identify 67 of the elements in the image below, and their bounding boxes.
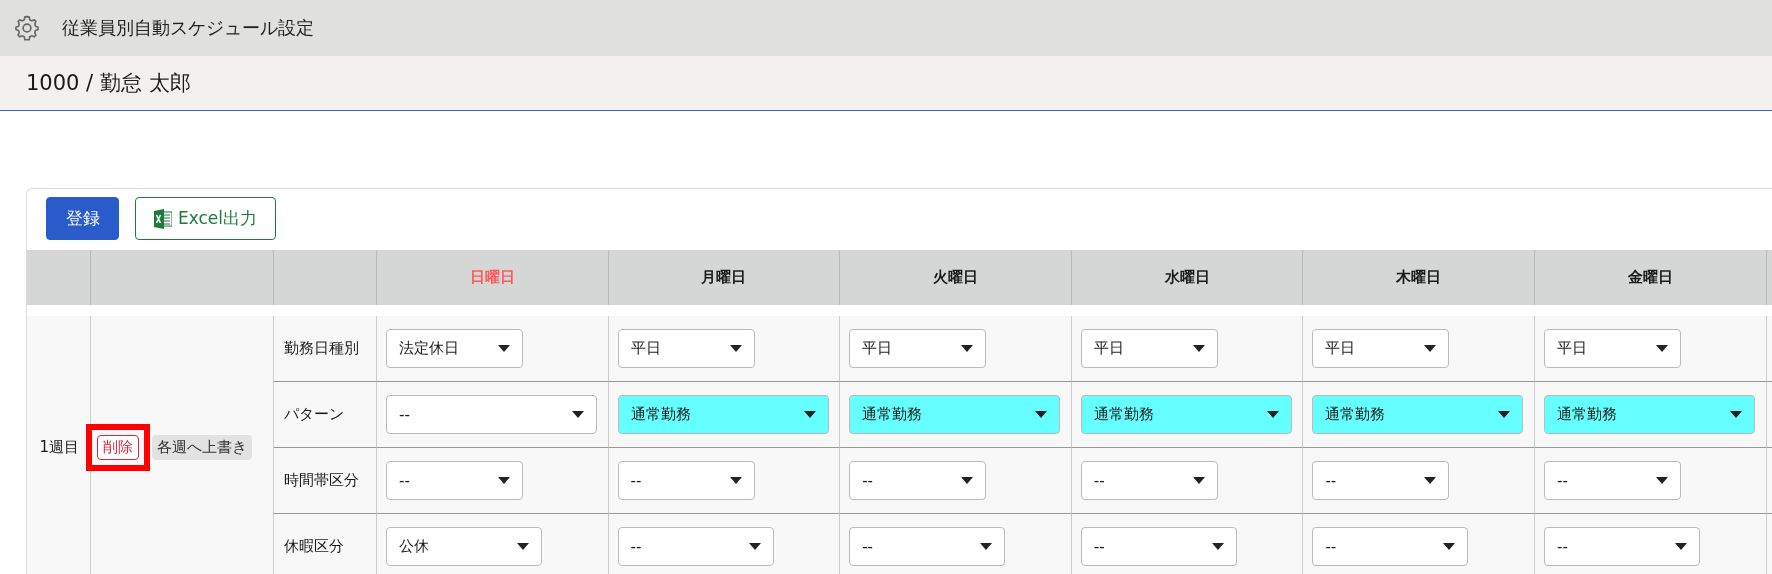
- day-header: 火曜日: [840, 250, 1072, 305]
- row-label: 勤務日種別: [284, 339, 359, 358]
- dropdown[interactable]: --: [1312, 527, 1469, 566]
- dropdown-caret-icon: [980, 543, 993, 550]
- spreadsheet-icon: [154, 208, 172, 229]
- dropdown-caret-icon: [1655, 477, 1668, 484]
- dropdown-caret-icon: [729, 345, 742, 352]
- dropdown-caret-icon: [1035, 411, 1048, 418]
- dropdown[interactable]: --: [386, 395, 597, 434]
- dropdown[interactable]: 通常勤務: [1312, 395, 1524, 434]
- dropdown-caret-icon: [498, 477, 510, 484]
- dropdown-caret-icon: [1424, 345, 1437, 352]
- dropdown[interactable]: 通常勤務: [1080, 395, 1292, 434]
- day-header: 金曜日: [1534, 250, 1767, 305]
- dropdown-caret-icon: [1729, 411, 1742, 418]
- dropdown[interactable]: 公休: [386, 527, 542, 566]
- dropdown[interactable]: --: [1312, 461, 1450, 500]
- dropdown[interactable]: 通常勤務: [849, 395, 1061, 434]
- day-header: 水曜日: [1071, 250, 1304, 305]
- excel-export-button[interactable]: Excel出力: [135, 197, 277, 240]
- dropdown[interactable]: --: [617, 461, 755, 500]
- dropdown[interactable]: --: [1080, 461, 1218, 500]
- day-header: 木曜日: [1303, 250, 1535, 305]
- dropdown[interactable]: 法定休日: [386, 329, 523, 368]
- dropdown-caret-icon: [1443, 543, 1456, 550]
- dropdown-caret-icon: [1424, 477, 1437, 484]
- dropdown[interactable]: --: [849, 527, 1006, 566]
- dropdown[interactable]: --: [617, 527, 774, 566]
- employee-label: 1000 / 勤怠 太郎: [26, 70, 191, 97]
- dropdown-caret-icon: [961, 345, 974, 352]
- dropdown[interactable]: 通常勤務: [617, 395, 829, 434]
- dropdown[interactable]: --: [1543, 527, 1700, 566]
- dropdown-caret-icon: [517, 543, 529, 550]
- row-label: 休暇区分: [284, 537, 344, 556]
- dropdown[interactable]: 平日: [1080, 329, 1218, 368]
- dropdown[interactable]: --: [1543, 461, 1681, 500]
- dropdown-caret-icon: [1192, 345, 1205, 352]
- day-header: 日曜日: [377, 250, 609, 305]
- row-label: 時間帯区分: [284, 471, 359, 490]
- delete-button[interactable]: 削除: [97, 435, 139, 460]
- register-button[interactable]: 登録: [46, 197, 119, 240]
- week-label: 1週目: [39, 438, 79, 457]
- dropdown[interactable]: 平日: [1312, 329, 1450, 368]
- dropdown-caret-icon: [1674, 543, 1687, 550]
- copy-to-weeks-button[interactable]: 各週へ上書き: [152, 435, 252, 460]
- dropdown-caret-icon: [748, 543, 761, 550]
- dropdown[interactable]: 通常勤務: [1543, 395, 1755, 434]
- dropdown[interactable]: 平日: [849, 329, 987, 368]
- dropdown[interactable]: --: [849, 461, 987, 500]
- dropdown-caret-icon: [1266, 411, 1279, 418]
- dropdown-caret-icon: [729, 477, 742, 484]
- dropdown-caret-icon: [1498, 411, 1511, 418]
- day-header: 月曜日: [608, 250, 841, 305]
- dropdown[interactable]: 平日: [617, 329, 755, 368]
- dropdown-caret-icon: [1655, 345, 1668, 352]
- dropdown-caret-icon: [803, 411, 816, 418]
- dropdown[interactable]: --: [386, 461, 523, 500]
- dropdown-caret-icon: [961, 477, 974, 484]
- row-label: パターン: [284, 405, 344, 424]
- dropdown[interactable]: --: [1080, 527, 1237, 566]
- dropdown-caret-icon: [572, 411, 584, 418]
- dropdown-caret-icon: [1211, 543, 1224, 550]
- dropdown[interactable]: 平日: [1543, 329, 1681, 368]
- dropdown-caret-icon: [1192, 477, 1205, 484]
- dropdown-caret-icon: [498, 345, 510, 352]
- settings-icon[interactable]: [14, 15, 40, 41]
- page-title: 従業員別自動スケジュール設定: [62, 16, 314, 40]
